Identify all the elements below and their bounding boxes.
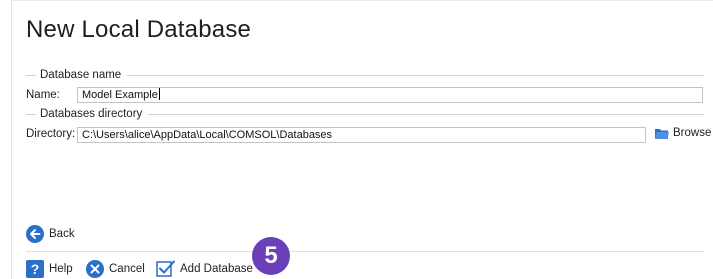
svg-text:?: ? — [31, 261, 40, 277]
help-button[interactable]: ? Help — [26, 260, 73, 278]
section-dash — [26, 113, 36, 115]
browse-label: Browse — [673, 127, 712, 139]
browse-button[interactable]: Browse — [655, 127, 711, 139]
directory-input[interactable]: C:\Users\alice\AppData\Local\COMSOL\Data… — [77, 127, 646, 143]
directory-label: Directory: — [26, 128, 76, 140]
name-input-value: Model Example — [82, 89, 158, 101]
cancel-button[interactable]: Cancel — [86, 260, 145, 278]
name-input[interactable]: Model Example — [77, 87, 703, 103]
database-name-section: Database name — [26, 68, 704, 82]
section-dash — [26, 74, 36, 76]
text-caret — [158, 88, 160, 100]
name-label: Name: — [26, 89, 60, 101]
footer-divider — [26, 251, 704, 252]
page-title: New Local Database — [26, 16, 252, 43]
checkbox-check-icon — [156, 260, 175, 277]
section-rule — [148, 113, 704, 115]
databases-directory-section-label: Databases directory — [40, 108, 143, 120]
directory-input-value: C:\Users\alice\AppData\Local\COMSOL\Data… — [82, 129, 333, 141]
help-icon: ? — [26, 260, 44, 278]
add-database-button[interactable]: Add Database — [156, 260, 253, 278]
help-label: Help — [49, 263, 73, 275]
database-name-section-label: Database name — [40, 69, 122, 81]
section-rule — [127, 74, 704, 76]
folder-icon — [655, 128, 669, 139]
cancel-label: Cancel — [109, 263, 145, 275]
close-icon — [86, 260, 104, 278]
add-database-label: Add Database — [180, 263, 253, 275]
arrow-left-icon — [26, 225, 44, 243]
back-label: Back — [49, 228, 75, 240]
databases-directory-section: Databases directory — [26, 107, 704, 121]
step-number-badge: 5 — [252, 237, 290, 275]
back-button[interactable]: Back — [26, 225, 75, 243]
